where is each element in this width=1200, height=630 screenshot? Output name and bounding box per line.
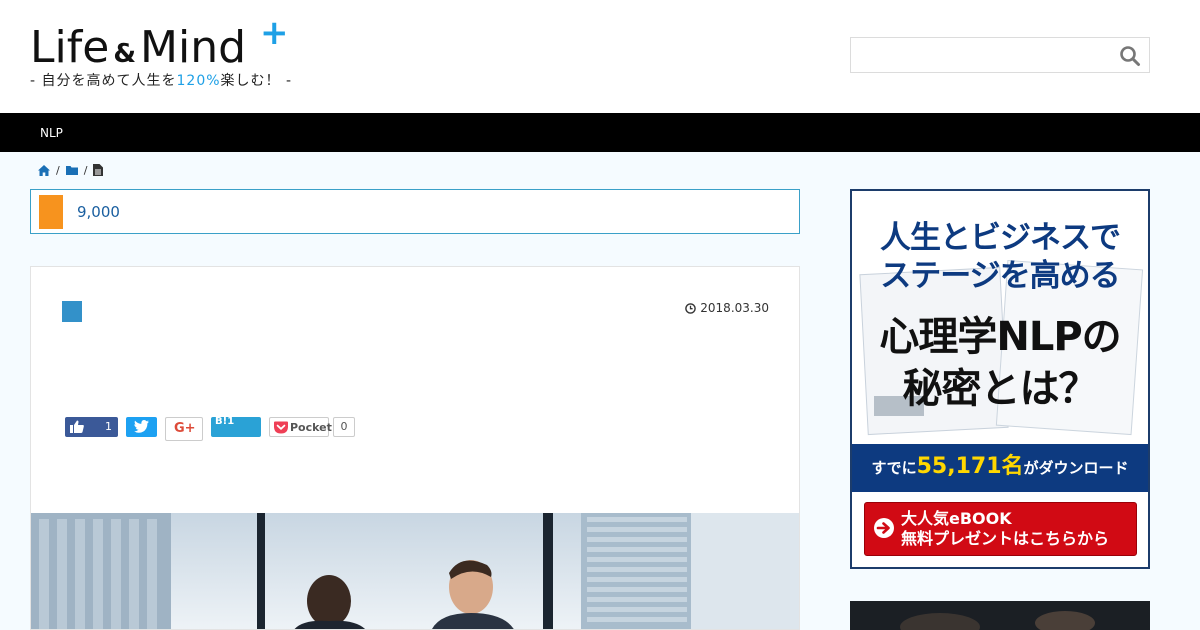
cta-line-1: 大人気eBOOK	[901, 509, 1012, 528]
global-nav: NLP	[0, 113, 1200, 152]
nav-item-nlp[interactable]: NLP	[40, 125, 63, 141]
thumbs-up-icon	[70, 420, 84, 433]
breadcrumb-separator: /	[56, 163, 60, 177]
cta-line-2: 無料プレゼントはこちらから	[901, 529, 1110, 548]
logo-ampersand: &	[113, 39, 136, 69]
pocket-icon	[274, 421, 288, 434]
hatena-count: 1	[227, 416, 235, 427]
hatena-bookmark-button[interactable]: B!1	[211, 416, 261, 437]
pocket-button[interactable]: Pocket	[269, 417, 332, 437]
site-logo[interactable]: Life &Mind + - 自分を高めて人生を120%楽しむ！ -	[30, 16, 292, 92]
search-button[interactable]	[1119, 45, 1141, 67]
twitter-share-button[interactable]	[126, 417, 157, 437]
breadcrumb-separator: /	[83, 163, 88, 177]
google-plus-button[interactable]: G+	[165, 417, 203, 441]
article-category-badge[interactable]	[62, 301, 82, 322]
tagline-post: 楽しむ！ -	[220, 73, 293, 89]
home-icon	[38, 164, 50, 176]
facebook-like-button[interactable]: 1	[65, 417, 118, 437]
article-card: 2018.03.30 1 G+ B!1 Pocket 0	[30, 266, 800, 630]
article-date-text: 2018.03.30	[700, 301, 769, 315]
hatena-icon: B!1	[215, 416, 234, 428]
download-count-strip: すでに55,171名がダウンロード	[852, 444, 1148, 492]
file-icon	[93, 164, 104, 176]
site-header: Life &Mind + - 自分を高めて人生を120%楽しむ！ -	[0, 0, 1200, 113]
search-box	[850, 37, 1150, 73]
breadcrumb-home[interactable]	[38, 164, 50, 176]
strip-pre: すでに	[871, 459, 917, 477]
nlp-ebook-banner[interactable]: 人生とビジネスで ステージを高める 心理学NLPの 秘密とは？ すでに55,17…	[850, 189, 1150, 569]
category-count: 9,000	[77, 203, 120, 221]
strip-post: がダウンロード	[1023, 459, 1129, 477]
pocket-count: 0	[333, 417, 355, 437]
folder-icon	[65, 166, 78, 175]
tagline-pre: - 自分を高めて人生を	[30, 73, 177, 89]
pocket-label: Pocket	[290, 421, 332, 434]
google-plus-icon: G+	[174, 421, 196, 436]
download-count-number: 55,171名	[916, 454, 1024, 479]
cta-text: 大人気eBOOK 無料プレゼントはこちらから	[901, 509, 1109, 549]
business-handshake-photo	[31, 513, 799, 629]
ebook-cta-button[interactable]: 大人気eBOOK 無料プレゼントはこちらから	[864, 502, 1137, 556]
arrow-circle-right-icon	[874, 518, 894, 538]
banner-headline-3: 心理学NLPの	[879, 314, 1121, 360]
banner-headline-1: 人生とビジネスで	[880, 220, 1121, 256]
search-icon	[1120, 46, 1140, 66]
breadcrumb-current	[93, 164, 104, 176]
banner-photo	[850, 601, 1150, 630]
article-date: 2018.03.30	[685, 301, 769, 315]
banner-headline-top: 人生とビジネスで ステージを高める	[852, 219, 1148, 295]
logo-mind: Mind	[140, 22, 247, 73]
twitter-icon	[134, 420, 149, 433]
tagline-highlight: 120%	[176, 73, 221, 89]
breadcrumb: / /	[38, 163, 104, 177]
site-tagline: - 自分を高めて人生を120%楽しむ！ -	[30, 72, 292, 90]
banner-headline-4: 秘密とは？	[902, 366, 1099, 412]
download-count-text: すでに55,171名がダウンロード	[852, 455, 1148, 480]
category-marker	[39, 195, 63, 229]
banner-headline-2: ステージを高める	[880, 258, 1120, 294]
clock-icon	[685, 302, 697, 314]
facebook-count: 1	[105, 420, 112, 433]
category-header: 9,000	[30, 189, 800, 234]
article-hero-image	[31, 513, 799, 629]
search-input[interactable]	[851, 38, 1111, 72]
banner-headline-main: 心理学NLPの 秘密とは？	[852, 311, 1148, 415]
hatena-label: B!	[215, 416, 228, 427]
logo-life: Life	[30, 22, 110, 73]
breadcrumb-category[interactable]	[65, 165, 78, 175]
sidebar-banner-2[interactable]	[850, 601, 1150, 630]
logo-plus-mark: +	[260, 13, 289, 53]
